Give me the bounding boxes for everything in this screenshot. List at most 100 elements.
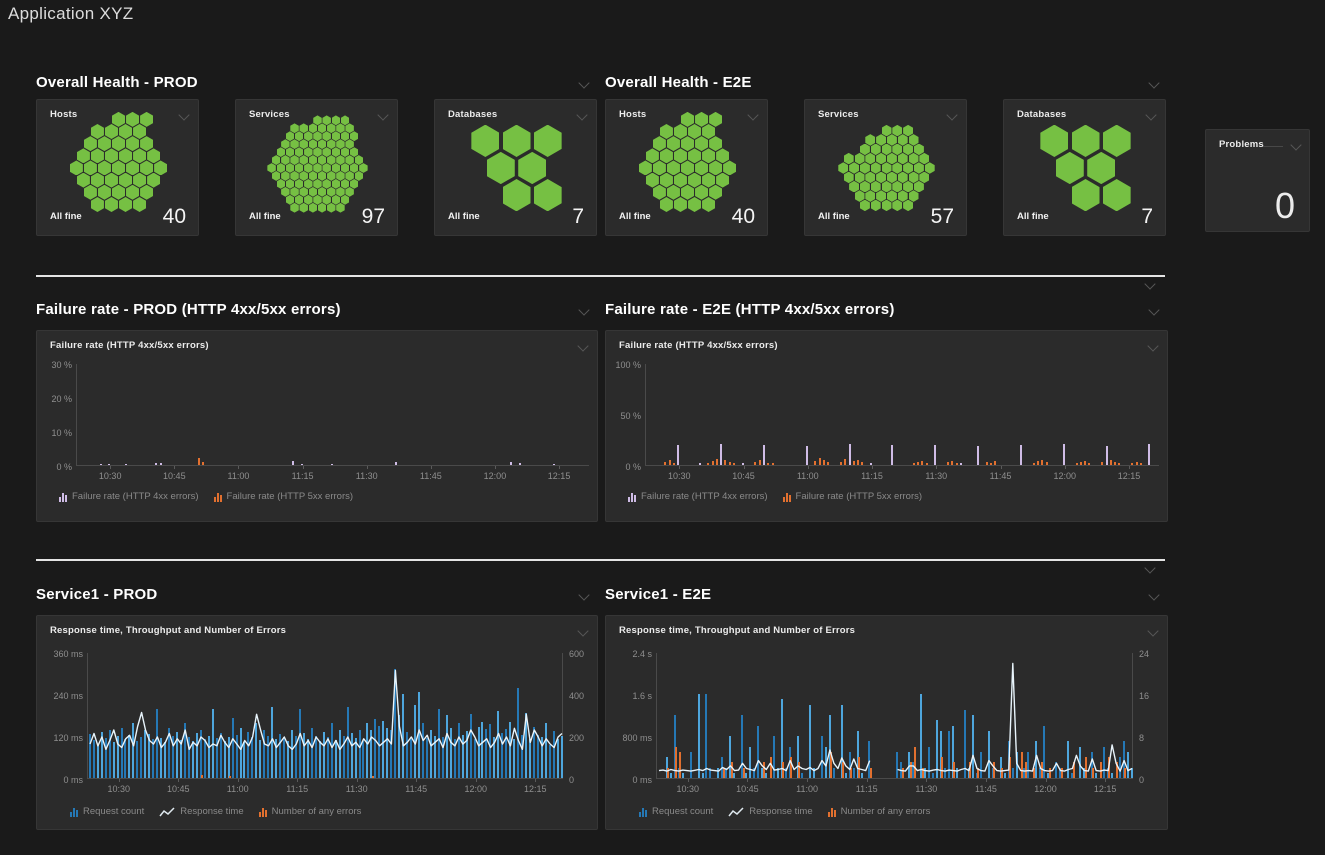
health-hexagon	[681, 112, 694, 127]
failure-5xx-bar	[772, 463, 774, 465]
health-hexagon	[534, 125, 562, 157]
health-hexagon	[267, 163, 276, 173]
health-hexagon	[855, 190, 865, 202]
y-axis-label: 10 %	[28, 428, 72, 438]
health-hexagon	[876, 190, 886, 202]
y-axis-right-label: 600	[569, 649, 584, 659]
health-hexagon	[327, 139, 336, 149]
legend-item[interactable]: Number of any errors	[828, 806, 931, 817]
health-hexagon	[322, 179, 331, 189]
problems-tile-title: Problems	[1219, 139, 1264, 150]
x-axis-label: 11:15	[851, 784, 883, 794]
failure-4xx-bar	[510, 462, 512, 465]
failure-5xx-bar	[1114, 462, 1116, 465]
health-hexagon	[336, 139, 345, 149]
health-tile-services-e2e[interactable]: ServicesAll fine57	[804, 99, 967, 236]
legend-label: Response time	[749, 806, 812, 817]
tile-options-chevron-icon[interactable]	[1147, 340, 1158, 351]
failure-4xx-bar	[699, 463, 701, 465]
legend-item[interactable]: Response time	[728, 806, 812, 817]
chart-tile-service_e2e[interactable]: Response time, Throughput and Number of …	[605, 615, 1168, 830]
legend-item[interactable]: Request count	[70, 806, 144, 817]
section-chevron-icon[interactable]	[1148, 304, 1159, 315]
x-axis-tickmark	[174, 466, 175, 469]
health-hexagon	[882, 200, 892, 212]
tile-options-chevron-icon[interactable]	[577, 340, 588, 351]
section-chevron-icon[interactable]	[1148, 77, 1159, 88]
section-chevron-icon[interactable]	[578, 304, 589, 315]
tile-options-chevron-icon[interactable]	[1290, 139, 1301, 150]
divider-chevron-icon[interactable]	[1144, 278, 1155, 289]
health-hexagon	[844, 153, 854, 165]
chart-plot-area[interactable]	[87, 653, 563, 779]
health-hexagon	[688, 173, 701, 188]
health-hexagon	[345, 123, 354, 133]
x-axis-tickmark	[1105, 779, 1106, 782]
chart-tile-failure_prod[interactable]: Failure rate (HTTP 4xx/5xx errors)30 %20…	[36, 330, 598, 522]
chart-plot-area[interactable]	[76, 364, 589, 466]
failure-5xx-bar	[759, 460, 761, 465]
x-axis-tickmark	[1065, 466, 1066, 469]
legend-item[interactable]: Request count	[639, 806, 713, 817]
section-chevron-icon[interactable]	[578, 77, 589, 88]
section-chevron-icon[interactable]	[578, 589, 589, 600]
x-axis-tickmark	[357, 779, 358, 782]
health-hexagon	[299, 203, 308, 213]
failure-5xx-bar	[1037, 461, 1039, 465]
tile-options-chevron-icon[interactable]	[1147, 625, 1158, 636]
health-tile-databases-prod[interactable]: DatabasesAll fine7	[434, 99, 597, 236]
legend-item[interactable]: Failure rate (HTTP 4xx errors)	[59, 491, 199, 502]
health-hexagon	[295, 195, 304, 205]
legend-item[interactable]: Number of any errors	[259, 806, 362, 817]
tile-options-chevron-icon[interactable]	[577, 625, 588, 636]
health-hexagon	[126, 112, 139, 127]
health-tile-services-prod[interactable]: ServicesAll fine97	[235, 99, 398, 236]
failure-4xx-bar	[1148, 444, 1150, 465]
health-hexagon	[865, 153, 875, 165]
y-axis-label: 360 ms	[39, 649, 83, 659]
legend-item[interactable]: Failure rate (HTTP 5xx errors)	[783, 491, 923, 502]
legend-item[interactable]: Failure rate (HTTP 4xx errors)	[628, 491, 768, 502]
x-axis-label: 11:15	[287, 471, 319, 481]
health-tile-databases-e2e[interactable]: DatabasesAll fine7	[1003, 99, 1166, 236]
health-hexagon	[318, 139, 327, 149]
chart-tile-service_prod[interactable]: Response time, Throughput and Number of …	[36, 615, 598, 830]
chart-plot-area[interactable]	[656, 653, 1133, 779]
x-axis-tickmark	[744, 466, 745, 469]
x-axis-tickmark	[238, 779, 239, 782]
health-status-label: All fine	[448, 211, 480, 222]
legend-item[interactable]: Failure rate (HTTP 5xx errors)	[214, 491, 354, 502]
failure-5xx-bar	[669, 460, 671, 465]
health-hexagon	[882, 181, 892, 193]
x-axis-tickmark	[476, 779, 477, 782]
health-hexagon	[119, 197, 132, 212]
health-hexagon	[309, 171, 318, 181]
legend-item[interactable]: Response time	[159, 806, 243, 817]
health-hexagon	[646, 173, 659, 188]
health-hexagon	[716, 173, 729, 188]
chart-plot-area[interactable]	[645, 364, 1159, 466]
legend-label: Failure rate (HTTP 5xx errors)	[796, 491, 923, 502]
x-axis-tickmark	[688, 779, 689, 782]
divider-chevron-icon[interactable]	[1144, 562, 1155, 573]
problems-tile[interactable]: Problems0	[1205, 129, 1310, 232]
health-hexagon	[304, 131, 313, 141]
x-axis-label: 11:00	[791, 784, 823, 794]
health-hexagon	[281, 171, 290, 181]
health-hexagon	[909, 190, 919, 202]
failure-5xx-bar	[827, 462, 829, 465]
health-hexagon	[865, 134, 875, 146]
health-status-label: All fine	[50, 211, 82, 222]
section-chevron-icon[interactable]	[1148, 589, 1159, 600]
health-tile-hosts-e2e[interactable]: HostsAll fine40	[605, 99, 768, 236]
y-axis-label: 0 %	[597, 462, 641, 472]
health-hexagon	[147, 173, 160, 188]
section-divider	[36, 559, 1165, 561]
health-hexagon	[865, 190, 875, 202]
health-hexagon	[322, 163, 331, 173]
health-hexagon	[281, 187, 290, 197]
health-tile-hosts-prod[interactable]: HostsAll fine40	[36, 99, 199, 236]
failure-4xx-bar	[331, 464, 333, 465]
chart-tile-failure_e2e[interactable]: Failure rate (HTTP 4xx/5xx errors)100 %5…	[605, 330, 1168, 522]
health-hexagon	[914, 162, 924, 174]
